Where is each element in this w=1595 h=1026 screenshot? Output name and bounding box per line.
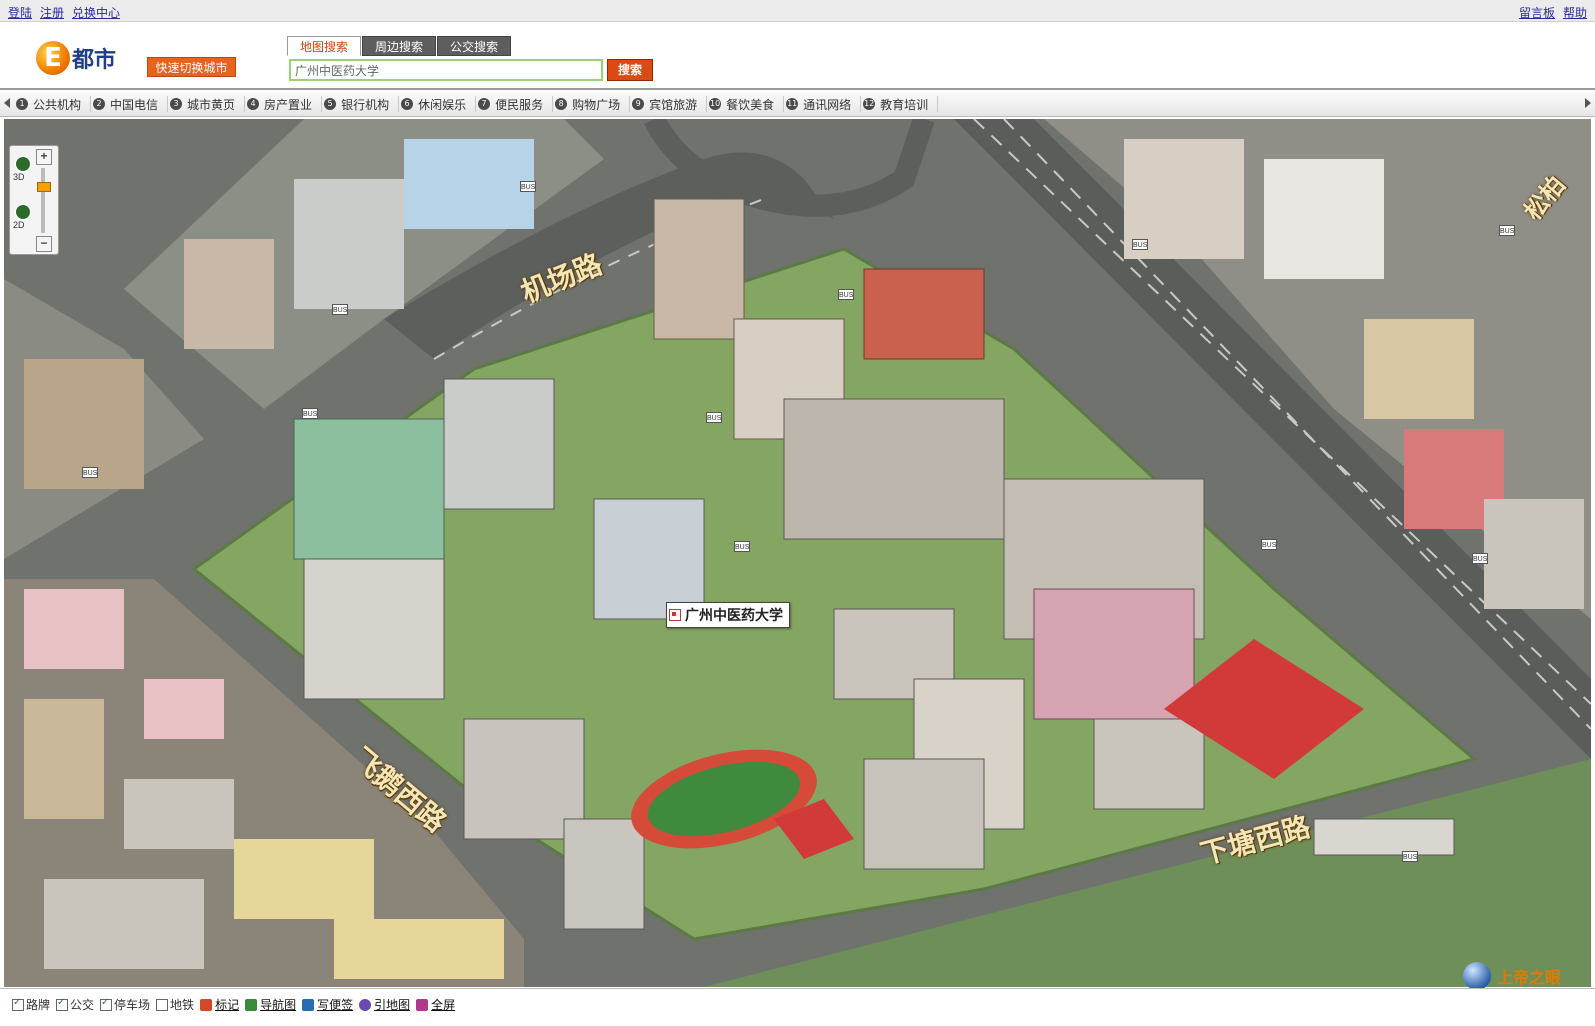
switch-city-button[interactable]: 快速切换城市 xyxy=(147,57,236,77)
bus-stop-icon[interactable]: BUS xyxy=(1499,225,1515,236)
bus-stop-icon[interactable]: BUS xyxy=(734,541,750,552)
category-china-telecom[interactable]: 2 中国电信 xyxy=(93,96,169,112)
link-map-icon xyxy=(359,998,372,1011)
zoom-slider-handle[interactable] xyxy=(37,182,51,192)
logo-e-icon: E xyxy=(36,41,70,75)
category-leisure[interactable]: 6 休闲娱乐 xyxy=(401,96,477,112)
tab-nearby-search[interactable]: 周边搜索 xyxy=(362,36,436,56)
poi-label-guangzhou-tcm-university[interactable]: 广州中医药大学 xyxy=(666,602,790,628)
toggle-subway[interactable]: 地铁 xyxy=(156,996,194,1013)
note-icon xyxy=(302,998,315,1011)
register-link[interactable]: 注册 xyxy=(40,4,64,21)
tool-nav-map[interactable]: 导航图 xyxy=(245,996,296,1013)
pin-icon xyxy=(200,998,213,1011)
toggle-bus[interactable]: 公交 xyxy=(56,996,94,1013)
category-banks[interactable]: 5 银行机构 xyxy=(324,96,400,112)
brand-name: 上帝之眼 xyxy=(1496,968,1561,987)
category-telecom[interactable]: 11 通讯网络 xyxy=(786,96,862,112)
toggle-road-signs[interactable]: 路牌 xyxy=(12,996,50,1013)
zoom-slider-track[interactable] xyxy=(41,168,45,233)
poi-pin-icon xyxy=(669,609,681,621)
bus-stop-icon[interactable]: BUS xyxy=(302,408,318,419)
bus-stop-icon[interactable]: BUS xyxy=(1402,851,1418,862)
map-canvas xyxy=(4,119,1591,987)
category-yellow-pages[interactable]: 3 城市黄页 xyxy=(170,96,246,112)
category-public-agencies[interactable]: 1 公共机构 xyxy=(16,96,92,112)
view-3d-radio-icon[interactable] xyxy=(15,156,31,172)
checkbox-icon[interactable] xyxy=(156,998,169,1011)
tab-bus-search[interactable]: 公交搜索 xyxy=(437,36,511,56)
brand-watermark: 上帝之眼 xyxy=(1462,962,1561,990)
tool-note[interactable]: 写便签 xyxy=(302,996,353,1013)
search-tabs: 地图搜索 周边搜索 公交搜索 xyxy=(287,36,512,56)
login-link[interactable]: 登陆 xyxy=(8,4,32,21)
tool-mark[interactable]: 标记 xyxy=(200,996,239,1013)
category-services[interactable]: 7 便民服务 xyxy=(478,96,554,112)
category-bar: 1 公共机构 2 中国电信 3 城市黄页 4 房产置业 5 银行机构 6 休闲娱乐 7 便民服… xyxy=(0,92,1595,117)
checkbox-icon[interactable] xyxy=(56,997,69,1011)
category-real-estate[interactable]: 4 房产置业 xyxy=(247,96,323,112)
fullscreen-icon xyxy=(416,998,429,1011)
logo[interactable]: E 都市 xyxy=(36,36,116,80)
top-bar: 登陆 注册 兑换中心 留言板 帮助 xyxy=(0,0,1595,22)
search-button[interactable]: 搜索 xyxy=(607,59,653,81)
zoom-control: 3D 2D + − xyxy=(9,145,59,255)
category-shopping[interactable]: 8 购物广场 xyxy=(555,96,631,112)
zoom-out-button[interactable]: − xyxy=(36,236,52,252)
bus-stop-icon[interactable]: BUS xyxy=(838,289,854,300)
category-dining[interactable]: 10 餐饮美食 xyxy=(709,96,785,112)
scroll-right-icon[interactable] xyxy=(1585,98,1591,108)
tool-link-map[interactable]: 引地图 xyxy=(359,996,410,1013)
header: E 都市 快速切换城市 地图搜索 周边搜索 公交搜索 搜索 xyxy=(0,22,1595,90)
bus-stop-icon[interactable]: BUS xyxy=(1132,239,1148,250)
zoom-in-button[interactable]: + xyxy=(36,149,52,165)
checkbox-icon[interactable] xyxy=(12,997,24,1011)
bus-stop-icon[interactable]: BUS xyxy=(332,304,348,315)
globe-icon xyxy=(1462,962,1491,990)
scroll-left-icon[interactable] xyxy=(4,98,10,108)
bus-stop-icon[interactable]: BUS xyxy=(520,181,536,192)
category-education[interactable]: 12 教育培训 xyxy=(863,96,939,112)
logo-text: 都市 xyxy=(72,48,117,73)
map-view[interactable]: 机场路 飞鹅西路 下塘西路 松柏 BUS BUS BUS BUS BUS BUS… xyxy=(4,119,1591,987)
bottom-toolbar: 路牌 公交 停车场 地铁 标记 导航图 写便签 引地图 全屏 xyxy=(0,988,1595,1026)
view-3d-label: 3D xyxy=(13,172,25,182)
tool-fullscreen[interactable]: 全屏 xyxy=(416,996,455,1013)
bus-stop-icon[interactable]: BUS xyxy=(1472,553,1488,564)
category-hotels[interactable]: 9 宾馆旅游 xyxy=(632,96,708,112)
exchange-center-link[interactable]: 兑换中心 xyxy=(72,4,120,21)
tab-map-search[interactable]: 地图搜索 xyxy=(287,36,361,56)
toggle-parking[interactable]: 停车场 xyxy=(100,996,150,1013)
view-2d-radio-icon[interactable] xyxy=(15,204,31,220)
guestbook-link[interactable]: 留言板 xyxy=(1519,4,1555,21)
bus-stop-icon[interactable]: BUS xyxy=(1261,539,1277,550)
help-link[interactable]: 帮助 xyxy=(1563,4,1587,21)
bus-stop-icon[interactable]: BUS xyxy=(82,467,98,478)
view-2d-label: 2D xyxy=(13,220,25,230)
nav-map-icon xyxy=(245,998,258,1011)
search-input[interactable] xyxy=(289,59,603,81)
bus-stop-icon[interactable]: BUS xyxy=(706,412,722,423)
checkbox-icon[interactable] xyxy=(100,997,113,1011)
